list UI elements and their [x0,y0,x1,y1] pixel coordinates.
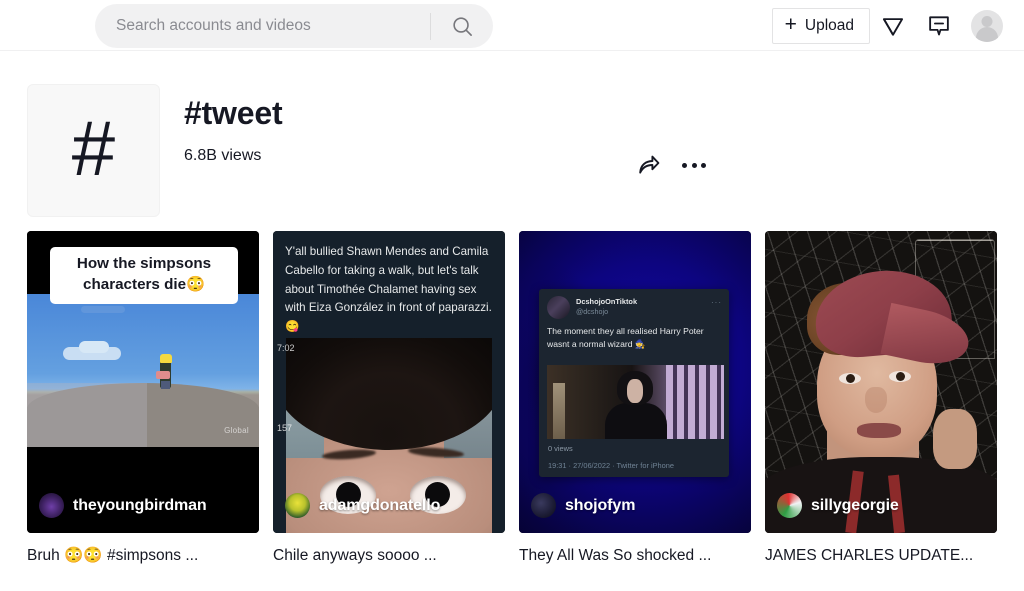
hashtag-actions [636,152,708,178]
window-decor [666,365,724,439]
character-legs [161,381,170,389]
video-watermark: Global [224,426,249,435]
candle-decor [553,383,565,439]
tweet-meta: 19:31 · 27/06/2022 · Twitter for iPhone [548,461,674,470]
person-mouth [857,423,901,438]
search-icon [452,16,472,36]
overlay-counter: 157 [277,423,293,433]
tweet-handle: @dcshojo [576,307,609,316]
author-avatar [39,493,64,518]
person-nose [865,387,887,413]
hashtag-page: # #tweet 6.8B views Global How the simps… [0,51,1024,566]
overlay-line-1: How the simpsons [76,255,212,272]
upload-label: Upload [804,16,854,34]
pupil-right [896,372,905,381]
person-body [605,403,667,439]
overlay-line-2: characters die😳 [83,275,205,293]
avatar [971,9,1003,42]
video-grid: Global How the simpsons characters die😳 … [0,217,1024,566]
person-hand [933,409,977,469]
search-input[interactable] [95,4,430,48]
video-caption: JAMES CHARLES UPDATE... [765,547,974,564]
view-count: 6.8B views [184,147,262,165]
pupil-left [846,374,855,383]
video-card[interactable]: DcshojoOnTiktok @dcshojo ··· The moment … [519,231,751,566]
cloud-icon [81,306,125,313]
character-head [160,354,172,363]
message-icon [929,15,949,35]
search-button[interactable] [431,4,493,48]
top-navigation-bar: + Upload [0,0,1024,51]
paper-plane-icon [882,17,904,36]
video-caption: They All Was So shocked ... [519,547,712,564]
video-thumbnail[interactable]: Global How the simpsons characters die😳 … [27,231,259,533]
upload-button[interactable]: + Upload [771,7,870,44]
tweet-more-icon: ··· [711,298,722,307]
person-face [627,379,643,403]
plus-icon: + [784,13,797,36]
more-options-icon [680,157,708,174]
hair-layer [286,338,492,450]
video-author[interactable]: theyoungbirdman [39,493,207,518]
more-options-button[interactable] [680,157,708,174]
search-bar[interactable] [95,4,493,48]
tweet-media [547,365,724,439]
author-username: shojofym [565,496,636,514]
embedded-tweet: DcshojoOnTiktok @dcshojo ··· The moment … [539,289,729,477]
author-avatar [285,493,310,518]
hashtag-icon: # [71,103,116,192]
video-thumbnail[interactable]: sillygeorgie [765,231,997,533]
header-actions: + Upload [771,0,1012,51]
hashtag-info: #tweet 6.8B views [160,84,1024,165]
tweet-views: 0 views [548,444,573,453]
video-caption: Chile anyways soooo ... [273,547,437,564]
video-thumbnail[interactable]: DcshojoOnTiktok @dcshojo ··· The moment … [519,231,751,533]
author-username: theyoungbirdman [73,496,207,514]
author-avatar [531,493,556,518]
author-username: sillygeorgie [811,496,899,514]
share-arrow-icon [639,155,660,174]
tweet-display-name: DcshojoOnTiktok [576,297,638,306]
hashtag-header: # #tweet 6.8B views [0,51,1024,217]
profile-avatar-button[interactable] [962,5,1012,47]
video-author[interactable]: shojofym [531,493,635,518]
overlay-timestamp: 7:02 [277,343,295,353]
video-overlay-text: How the simpsons characters die😳 [50,247,238,304]
video-card[interactable]: Y'all bullied Shawn Mendes and Camila Ca… [273,231,505,566]
video-caption: Bruh 😳😳 #simpsons ... [27,547,199,564]
page-title: #tweet [184,95,283,131]
video-author[interactable]: sillygeorgie [777,493,899,518]
video-card[interactable]: sillygeorgie JAMES CHARLES UPDATE... [765,231,997,566]
inbox-button[interactable] [916,5,962,47]
tweet-body: The moment they all realised Harry Poter… [547,326,704,350]
video-card[interactable]: Global How the simpsons characters die😳 … [27,231,259,566]
share-button[interactable] [636,152,662,178]
send-message-button[interactable] [870,5,916,47]
hashtag-thumbnail: # [27,84,160,217]
tweet-avatar [547,296,570,319]
water-layer [27,383,147,447]
tweet-text-overlay: Y'all bullied Shawn Mendes and Camila Ca… [285,245,492,334]
video-thumbnail[interactable]: Y'all bullied Shawn Mendes and Camila Ca… [273,231,505,533]
author-avatar [777,493,802,518]
cloud-icon [79,341,109,353]
author-username: adamgdonatello [319,496,441,514]
character-item [156,371,170,379]
video-author[interactable]: adamgdonatello [285,493,440,518]
